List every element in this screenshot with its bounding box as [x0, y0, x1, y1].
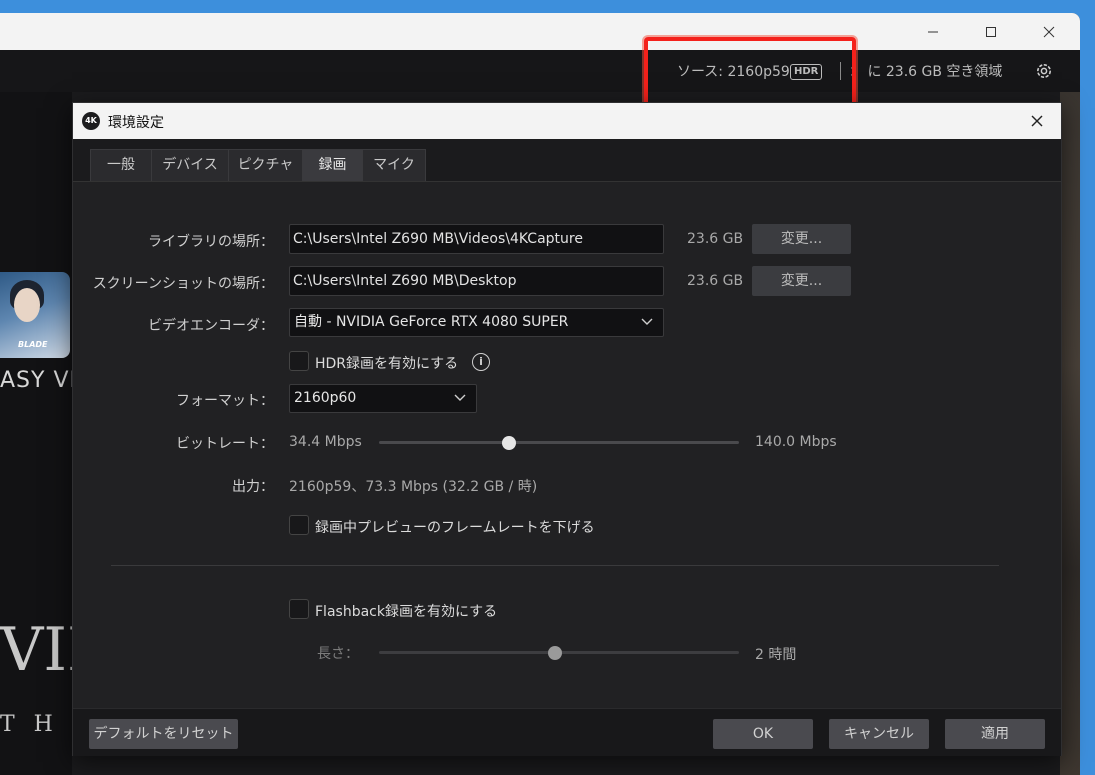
dialog-footer: デフォルトをリセット OK キャンセル 適用 [73, 708, 1061, 756]
hdr-recording-label: HDR録画を有効にする [315, 356, 459, 372]
tab-microphone[interactable]: マイク [362, 149, 426, 181]
library-panel: BLADE ASY VII VII T H [0, 92, 91, 775]
format-select[interactable]: 2160p60 [289, 384, 477, 413]
preferences-dialog: 4K 環境設定 一般 デバイス ピクチャ 録画 マイク ライブラリの場所： C:… [72, 102, 1062, 756]
main-toolbar: ソース: 2160p59 HDR ： に 23.6 GB 空き領域 [0, 50, 1080, 92]
library-path-field[interactable]: C:\Users\Intel Z690 MB\Videos\4KCapture [289, 224, 664, 254]
hdr-recording-checkbox[interactable] [289, 351, 309, 371]
dialog-titlebar: 4K 環境設定 [73, 103, 1061, 139]
flashback-checkbox[interactable] [289, 599, 309, 619]
output-label: 出力： [232, 479, 274, 495]
output-value: 2160p59、73.3 Mbps (32.2 GB / 時) [289, 479, 538, 495]
dialog-title: 環境設定 [108, 115, 164, 131]
app-icon: 4K [82, 112, 100, 130]
preview-background [1060, 92, 1080, 775]
length-slider-thumb[interactable] [548, 646, 563, 660]
apply-button[interactable]: 適用 [945, 719, 1045, 749]
tab-devices[interactable]: デバイス [151, 149, 229, 181]
bitrate-label: ビットレート： [176, 436, 274, 452]
chevron-down-icon [641, 318, 653, 325]
bitrate-min: 34.4 Mbps [289, 434, 362, 450]
section-divider [111, 565, 999, 566]
minimize-button[interactable] [910, 13, 956, 50]
main-titlebar [0, 13, 1080, 50]
screenshot-free-space: 23.6 GB [687, 273, 744, 289]
lower-preview-fps-label: 録画中プレビューのフレームレートを下げる [315, 520, 595, 536]
gear-icon[interactable] [1034, 61, 1054, 81]
close-button[interactable] [1026, 13, 1072, 50]
thumbnail-logo: BLADE [18, 340, 48, 349]
flashback-label: Flashback録画を有効にする [315, 604, 498, 620]
close-icon [1031, 115, 1043, 127]
maximize-icon [986, 26, 996, 37]
lower-preview-fps-checkbox[interactable] [289, 515, 309, 535]
screenshot-location-label: スクリーンショットの場所： [92, 276, 274, 292]
dialog-close-button[interactable] [1021, 107, 1053, 135]
cancel-button[interactable]: キャンセル [829, 719, 929, 749]
tab-recording[interactable]: 録画 [302, 149, 363, 181]
info-icon[interactable]: i [472, 353, 490, 371]
thumbnail-face [14, 288, 40, 322]
bitrate-slider-track[interactable] [379, 441, 739, 444]
tab-general[interactable]: 一般 [90, 149, 152, 181]
length-value: 2 時間 [755, 647, 797, 663]
game-thumbnail[interactable]: BLADE [0, 272, 70, 358]
tab-bar: 一般 デバイス ピクチャ 録画 マイク [73, 139, 1061, 182]
screenshot-change-button[interactable]: 変更... [752, 266, 851, 296]
chevron-down-icon [454, 394, 466, 401]
free-space-label: ： に 23.6 GB 空き領域 [849, 64, 1003, 80]
highlight-annotation [644, 37, 856, 106]
format-value: 2160p60 [294, 390, 357, 406]
encoder-select[interactable]: 自動 - NVIDIA GeForce RTX 4080 SUPER [289, 308, 664, 337]
encoder-label: ビデオエンコーダ： [148, 318, 274, 334]
ok-button[interactable]: OK [713, 719, 813, 749]
close-icon [1043, 26, 1055, 37]
format-label: フォーマット： [176, 393, 274, 409]
game-logo-subtitle: T H [0, 712, 59, 737]
library-free-space: 23.6 GB [687, 231, 744, 247]
maximize-button[interactable] [968, 13, 1014, 50]
minimize-icon [928, 31, 938, 32]
library-location-label: ライブラリの場所： [148, 234, 274, 250]
reset-defaults-button[interactable]: デフォルトをリセット [89, 719, 238, 749]
bitrate-slider-thumb[interactable] [501, 436, 516, 450]
length-label: 長さ： [317, 646, 359, 662]
library-change-button[interactable]: 変更... [752, 224, 851, 254]
encoder-value: 自動 - NVIDIA GeForce RTX 4080 SUPER [294, 314, 569, 330]
tab-picture[interactable]: ピクチャ [228, 149, 303, 181]
screenshot-path-field[interactable]: C:\Users\Intel Z690 MB\Desktop [289, 266, 664, 296]
bitrate-max: 140.0 Mbps [755, 434, 837, 450]
